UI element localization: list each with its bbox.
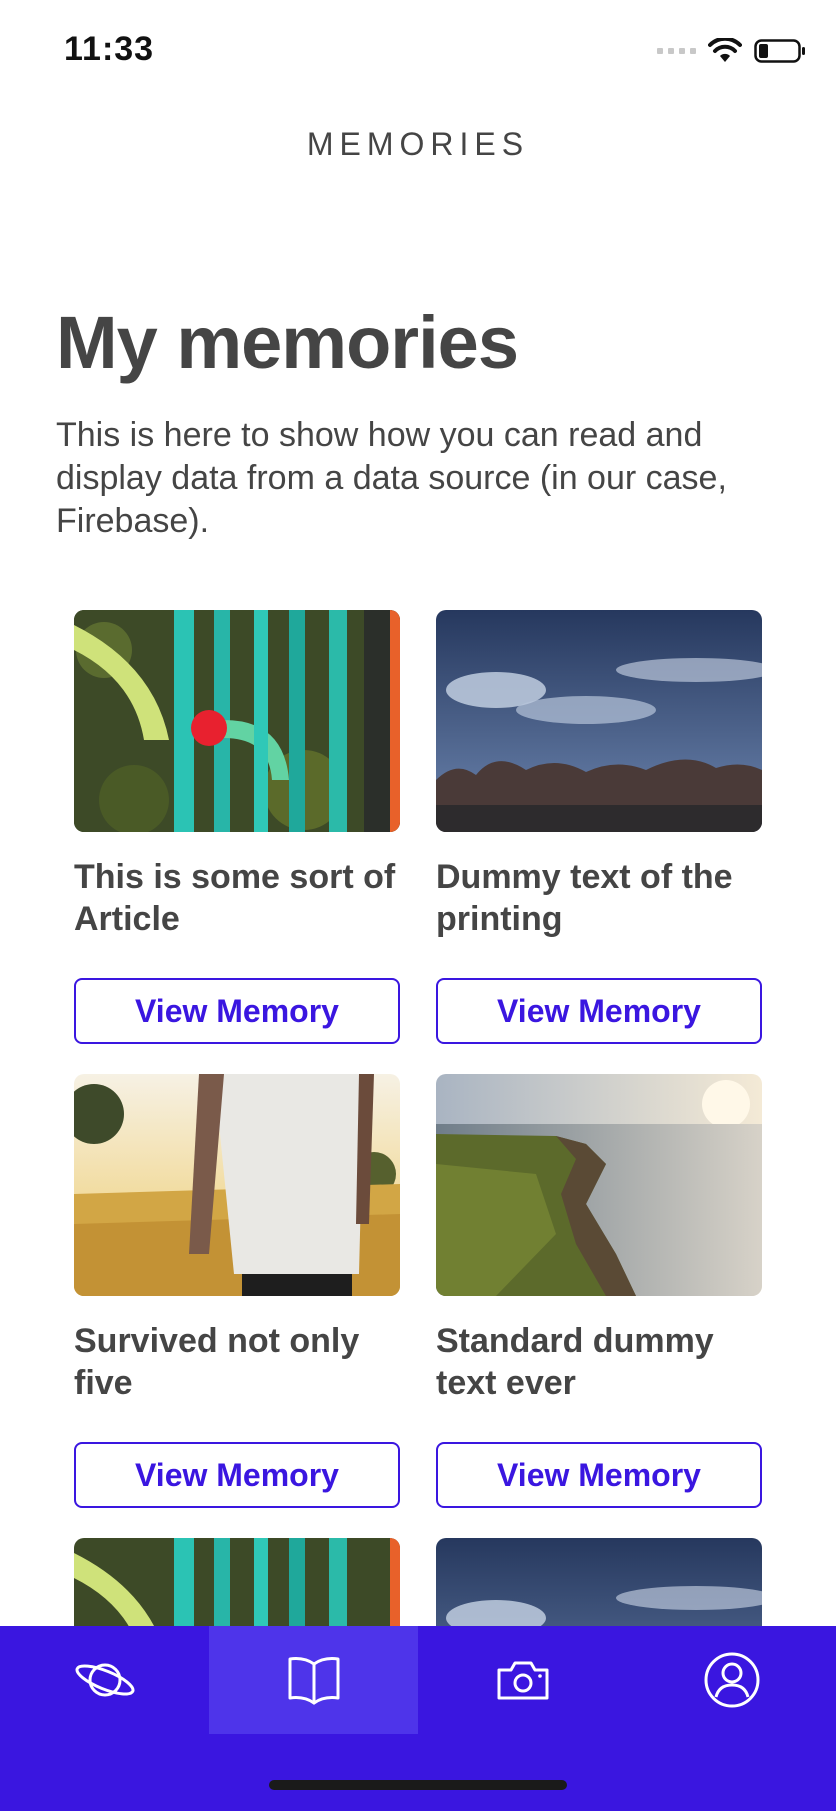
status-bar: 11:33 xyxy=(0,0,836,100)
nav-title: MEMORIES xyxy=(306,126,530,162)
planet-icon xyxy=(74,1663,135,1697)
user-icon xyxy=(704,1652,759,1708)
memory-card: This is some sort of Article View Memory xyxy=(74,610,400,1044)
memory-card: Standard dummy text ever View Memory xyxy=(436,1074,762,1508)
signal-icon xyxy=(657,48,696,54)
memory-image-aerial-waterpark[interactable] xyxy=(74,610,400,832)
tab-profile[interactable] xyxy=(627,1626,836,1734)
book-icon xyxy=(288,1657,339,1705)
memory-title: Dummy text of the printing xyxy=(436,858,733,938)
status-icons xyxy=(657,34,806,68)
tab-explore[interactable] xyxy=(0,1626,209,1734)
page-description: This is here to show how you can read an… xyxy=(56,416,727,540)
memory-image-coastal-cliff-sunset[interactable] xyxy=(436,1074,762,1296)
memory-title: Survived not only five xyxy=(74,1322,360,1402)
home-indicator xyxy=(269,1780,567,1790)
battery-icon xyxy=(754,39,805,63)
view-memory-button[interactable]: View Memory xyxy=(74,978,400,1044)
view-memory-button[interactable]: View Memory xyxy=(74,1442,400,1508)
memory-image-night-sky-trees[interactable] xyxy=(436,610,762,832)
memory-card: Survived not only five View Memory xyxy=(74,1074,400,1508)
status-time: 11:33 xyxy=(64,30,155,68)
wifi-icon xyxy=(708,38,742,62)
page-title: My memories xyxy=(56,301,519,384)
view-memory-button[interactable]: View Memory xyxy=(436,978,762,1044)
memory-title: Standard dummy text ever xyxy=(436,1322,714,1402)
tab-camera[interactable] xyxy=(418,1626,627,1734)
view-memory-button[interactable]: View Memory xyxy=(436,1442,762,1508)
memory-card: Dummy text of the printing View Memory xyxy=(436,610,762,1044)
camera-icon xyxy=(497,1661,548,1700)
tab-memories[interactable] xyxy=(209,1626,418,1734)
memory-title: This is some sort of Article xyxy=(74,858,396,938)
memory-image-tattooed-person-field[interactable] xyxy=(74,1074,400,1296)
